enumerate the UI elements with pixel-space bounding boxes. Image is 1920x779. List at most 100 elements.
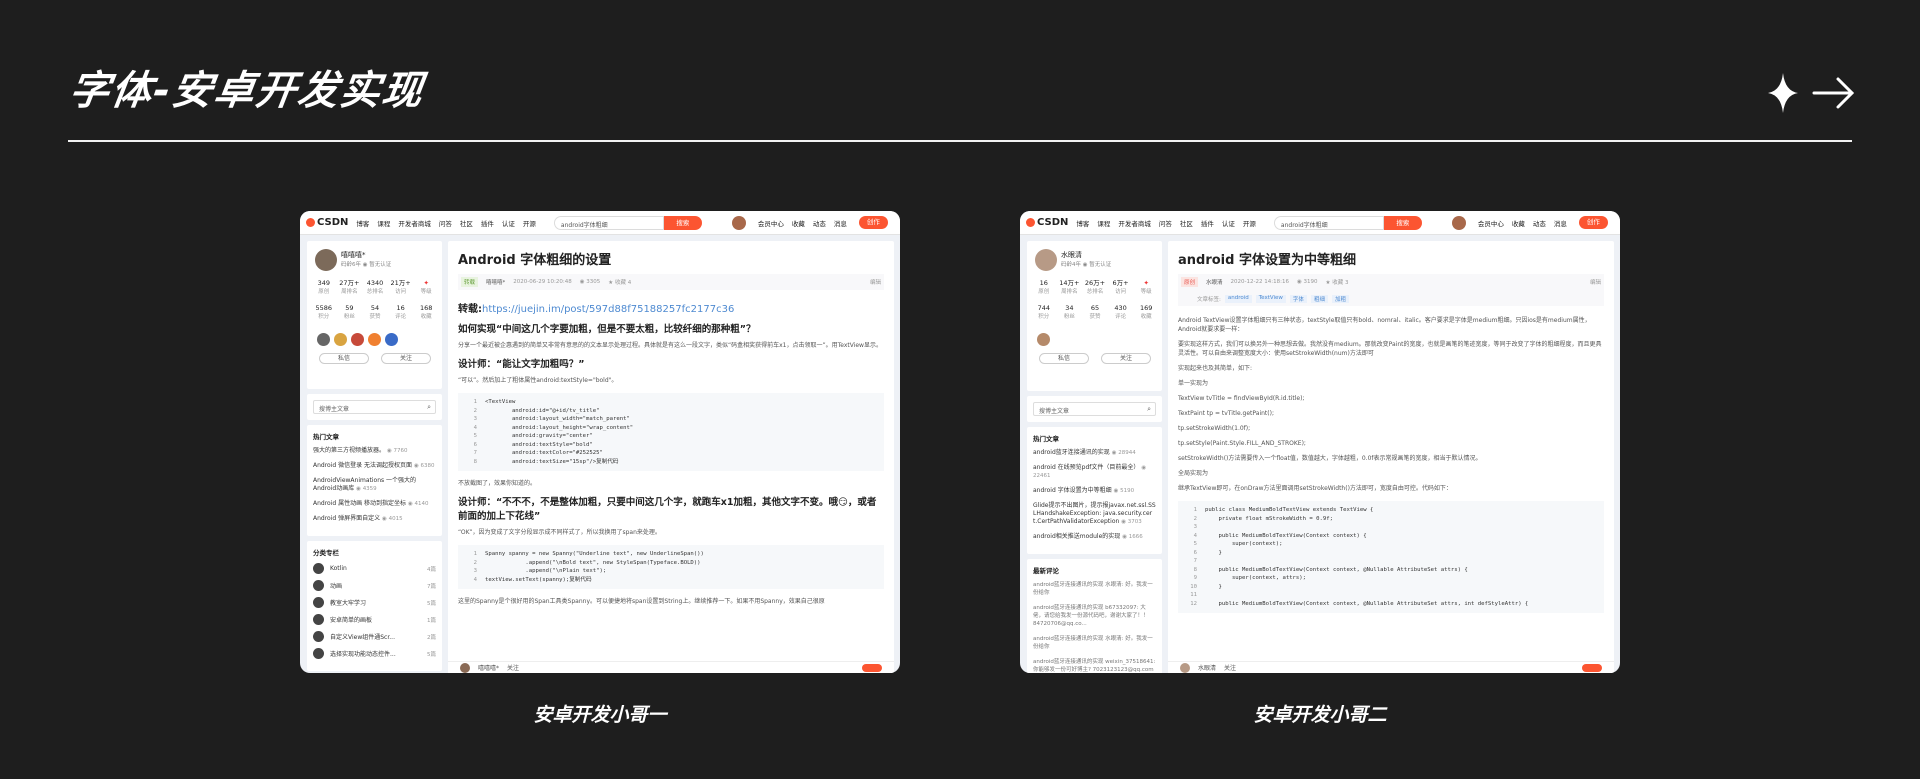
- list-item[interactable]: 安卓简单的画板 1篇: [313, 614, 436, 625]
- top-nav: CSDN 博客 课程 开发者商城 问答 社区 插件 认证 开源 android字…: [300, 211, 900, 235]
- create-button[interactable]: 创作: [858, 216, 888, 229]
- level-icon: ✦: [423, 279, 429, 287]
- nav-item[interactable]: 博客: [1076, 218, 1089, 228]
- nav-favorites[interactable]: 收藏: [1512, 218, 1525, 228]
- list-item[interactable]: 强大的第三方视频播放器。 ◉ 7760: [313, 447, 436, 455]
- level-icon: ✦: [1143, 279, 1149, 287]
- message-button[interactable]: 私信: [1039, 353, 1089, 364]
- list-item[interactable]: 教室大牢学习 5篇: [313, 597, 436, 608]
- list-item[interactable]: android蓝牙连接通讯的实现 b67332097: 大佬，请您给我发一份源代…: [1033, 604, 1156, 628]
- user-meta: 码龄6年 ◉ 暂无认证: [341, 262, 392, 268]
- nav-activity[interactable]: 动态: [813, 218, 826, 228]
- nav-item[interactable]: 开发者商城: [398, 218, 431, 228]
- blog-search-input[interactable]: 搜博主文章 ⌕: [1033, 402, 1156, 416]
- nav-item[interactable]: 社区: [1180, 218, 1193, 228]
- nav-item[interactable]: 社区: [460, 218, 473, 228]
- page-title: 字体-安卓开发实现: [66, 68, 428, 114]
- article: android 字体设置为中等粗细 原创 水眼清 2020-12-22 14:1…: [1168, 241, 1614, 673]
- list-item[interactable]: 动画 7篇: [313, 580, 436, 591]
- search-button[interactable]: 搜索: [1383, 215, 1422, 230]
- csdn-logo[interactable]: CSDN: [306, 217, 348, 228]
- list-item[interactable]: 自定义View组件通Scr... 2篇: [313, 631, 436, 642]
- avatar[interactable]: [731, 215, 746, 230]
- user-name[interactable]: 嘻嘻嘻*: [341, 250, 366, 260]
- search-icon: ⌕: [427, 403, 431, 411]
- follow-button[interactable]: 关注: [381, 353, 431, 364]
- badge-icon: [334, 333, 347, 346]
- nav-item[interactable]: 认证: [1222, 218, 1235, 228]
- list-item[interactable]: android蓝牙连接通讯的实现 水眼清: 好。我发一份给你: [1033, 635, 1156, 651]
- hot-articles: 热门文章 强大的第三方视频播放器。 ◉ 7760 Android 微信登录 无法…: [307, 425, 442, 536]
- author-name[interactable]: 嘻嘻嘻*: [486, 278, 505, 286]
- nav-messages[interactable]: 消息: [1554, 218, 1567, 228]
- article-footer: 水眼清 关注: [1168, 661, 1614, 673]
- list-item[interactable]: android蓝牙连接通讯的实现 ◉ 28944: [1033, 449, 1156, 457]
- nav-item[interactable]: 开发者商城: [1118, 218, 1151, 228]
- list-item[interactable]: Android 微信登录 无法调起授权页面 ◉ 6380: [313, 462, 436, 470]
- list-item[interactable]: android蓝牙连接通讯的实现 weixin_37518641: 你能够发一份…: [1033, 658, 1156, 673]
- badge-icon: [351, 333, 364, 346]
- list-item[interactable]: Glide提示不出图片，提示报javax.net.ssl.SSLHandshak…: [1033, 502, 1156, 526]
- create-button[interactable]: 创作: [1578, 216, 1608, 229]
- nav-item[interactable]: 课程: [1097, 218, 1110, 228]
- list-item[interactable]: android相关推送module的实现 ◉ 1666: [1033, 533, 1156, 541]
- nav-item[interactable]: 博客: [356, 218, 369, 228]
- stats-row-1: 349 原创 27万+ 周排名 4340 总排名 21万+ 访问 ✦ 等级: [317, 279, 432, 295]
- user-meta: 码龄4年 ◉ 暂无认证: [1061, 262, 1112, 268]
- avatar: [460, 662, 470, 673]
- avatar[interactable]: [1451, 215, 1466, 230]
- avatar[interactable]: [315, 249, 337, 271]
- message-button[interactable]: 私信: [319, 353, 369, 364]
- stats-row-1: 16 原创 14万+ 周排名 26万+ 总排名 6万+ 访问 ✦ 等级: [1038, 279, 1152, 295]
- action-button[interactable]: [1582, 663, 1602, 672]
- status-badge: 原创: [1181, 277, 1199, 287]
- sparkle-icon: [1768, 73, 1798, 113]
- search-input[interactable]: android字体粗细: [553, 215, 664, 230]
- nav-favorites[interactable]: 收藏: [792, 218, 805, 228]
- badge-row: [1037, 333, 1050, 346]
- member-center-link[interactable]: 会员中心: [758, 218, 784, 228]
- nav-messages[interactable]: 消息: [834, 218, 847, 228]
- list-item[interactable]: android 字体设置为中等粗细 ◉ 5190: [1033, 487, 1156, 495]
- nav-item[interactable]: 认证: [502, 218, 515, 228]
- list-item[interactable]: Kotlin 4篇: [313, 563, 436, 574]
- nav-item[interactable]: 插件: [1201, 218, 1214, 228]
- author-name[interactable]: 水眼清: [1206, 278, 1223, 286]
- nav-item[interactable]: 开源: [523, 218, 536, 228]
- follow-link[interactable]: 关注: [507, 663, 519, 672]
- nav-item[interactable]: 插件: [481, 218, 494, 228]
- list-item[interactable]: AndroidViewAnimations 一个强大的Android动画库 ◉ …: [313, 477, 436, 493]
- nav-item[interactable]: 问答: [439, 218, 452, 228]
- code-block: 1 <TextView 2 android:id="@+id/tv_title" …: [458, 393, 884, 471]
- edit-link[interactable]: 编辑: [870, 278, 881, 286]
- user-name[interactable]: 水眼清: [1061, 250, 1082, 260]
- nav-item[interactable]: 问答: [1159, 218, 1172, 228]
- list-item[interactable]: 选择实现功能动态控件... 5篇: [313, 648, 436, 659]
- list-item[interactable]: android 在线预览pdf文件（目前最全） ◉ 22461: [1033, 464, 1156, 480]
- stats-row-2: 744 积分 34 粉丝 65 获赞 430 评论 169 收藏: [1037, 304, 1153, 320]
- hot-title: 热门文章: [313, 433, 339, 441]
- caption-1: 安卓开发小哥一: [533, 704, 667, 726]
- title-divider: [68, 140, 1852, 142]
- repost-link[interactable]: https://juejin.im/post/597d88f75188257fc…: [482, 304, 734, 315]
- nav-item[interactable]: 开源: [1243, 218, 1256, 228]
- blog-search-input[interactable]: 搜博主文章 ⌕: [313, 400, 436, 414]
- nav-item[interactable]: 课程: [377, 218, 390, 228]
- blog-search-card: 搜博主文章 ⌕: [307, 394, 442, 420]
- search-button[interactable]: 搜索: [663, 215, 702, 230]
- follow-button[interactable]: 关注: [1101, 353, 1151, 364]
- list-item[interactable]: Android 属性动画 移动到指定坐标 ◉ 4140: [313, 500, 436, 508]
- csdn-logo[interactable]: CSDN: [1026, 217, 1068, 228]
- top-nav: CSDN 博客 课程 开发者商城 问答 社区 插件 认证 开源 android字…: [1020, 211, 1620, 235]
- avatar[interactable]: [1035, 249, 1057, 271]
- member-center-link[interactable]: 会员中心: [1478, 218, 1504, 228]
- list-item[interactable]: Android 弹屏界面自定义 ◉ 4015: [313, 515, 436, 523]
- edit-link[interactable]: 编辑: [1590, 278, 1601, 286]
- list-item[interactable]: android蓝牙连接通讯的实现 水眼清: 好。我发一份给你: [1033, 581, 1156, 597]
- stats-row-2: 5586 积分 59 粉丝 54 获赞 16 评论 168 收藏: [315, 304, 433, 320]
- action-button[interactable]: [862, 663, 882, 672]
- follow-link[interactable]: 关注: [1224, 663, 1236, 672]
- badge-icon: [1037, 333, 1050, 346]
- search-input[interactable]: android字体粗细: [1273, 215, 1384, 230]
- nav-activity[interactable]: 动态: [1533, 218, 1546, 228]
